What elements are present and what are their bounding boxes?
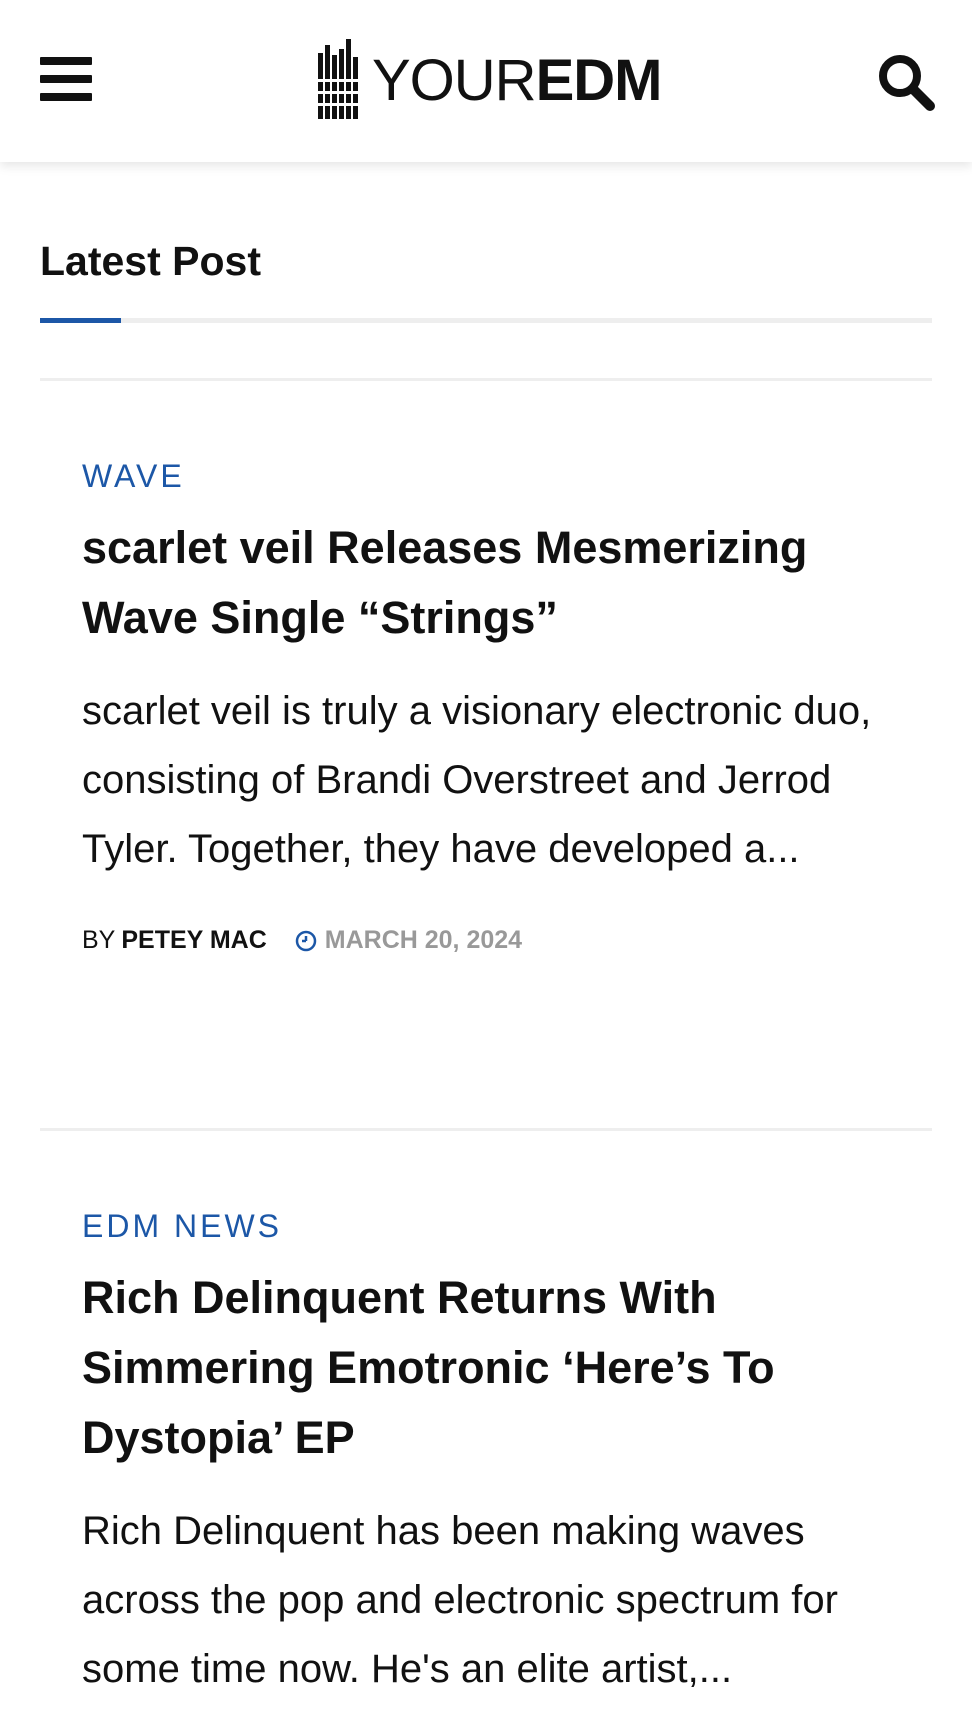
logo-text-edm: EDM (535, 48, 663, 113)
section-underline-accent (40, 318, 121, 323)
hamburger-menu-icon[interactable] (40, 57, 92, 101)
post-by-label: BY (82, 926, 116, 954)
post-excerpt: scarlet veil is truly a visionary electr… (82, 689, 872, 871)
post-divider (40, 378, 932, 381)
post-excerpt: Rich Delinquent has been making waves ac… (82, 1509, 838, 1691)
logo-text-your: YOUR (372, 48, 537, 113)
post-divider (40, 1128, 932, 1131)
post-date[interactable]: MARCH 20, 2024 (295, 926, 522, 955)
section-underline (40, 318, 932, 323)
post-date-text: MARCH 20, 2024 (324, 926, 523, 954)
clock-icon (295, 930, 317, 951)
logo-equalizer-icon (318, 39, 360, 119)
post-category-link[interactable]: EDM NEWS (82, 1208, 282, 1245)
logo-wordmark: YOUREDM (372, 52, 662, 110)
section-title: Latest Post (40, 238, 261, 284)
search-icon[interactable] (876, 52, 936, 112)
post-card: WAVE scarlet veil Releases Mesmerizing W… (82, 458, 882, 955)
post-card: EDM NEWS Rich Delinquent Returns With Si… (82, 1208, 882, 1704)
site-logo[interactable]: YOUREDM (318, 38, 662, 124)
post-author-link[interactable]: PETEY MAC (121, 926, 266, 955)
post-title-link[interactable]: scarlet veil Releases Mesmerizing Wave S… (82, 513, 882, 653)
site-header: YOUREDM (0, 0, 972, 162)
post-title-link[interactable]: Rich Delinquent Returns With Simmering E… (82, 1263, 882, 1473)
post-category-link[interactable]: WAVE (82, 458, 185, 495)
post-meta: BY PETEY MAC MARCH 20, 2024 (82, 926, 882, 955)
